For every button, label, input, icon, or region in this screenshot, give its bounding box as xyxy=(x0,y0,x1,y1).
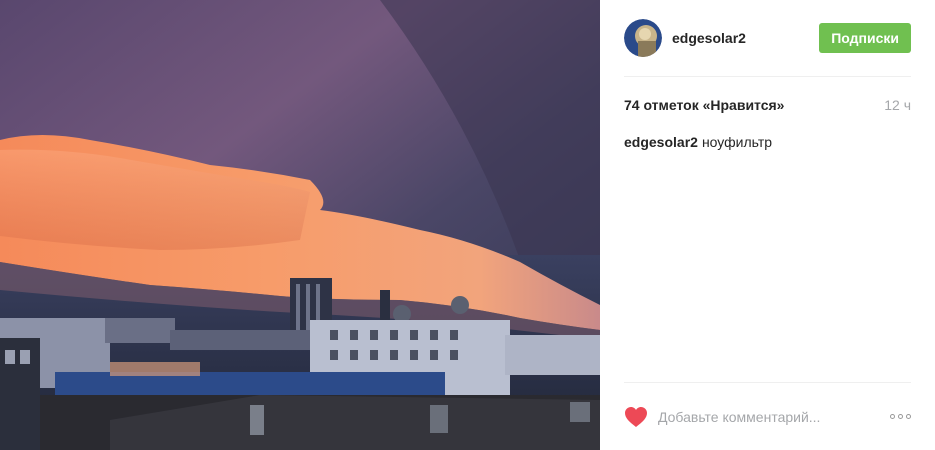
more-options-icon[interactable] xyxy=(890,410,911,423)
likes-count[interactable]: 74 отметок «Нравится» xyxy=(624,97,784,113)
likes-row: 74 отметок «Нравится» 12 ч xyxy=(624,97,911,113)
more-dot xyxy=(890,414,895,419)
post-time[interactable]: 12 ч xyxy=(884,97,911,113)
post-header: edgesolar2 Подписки xyxy=(624,0,911,77)
caption-text: ноуфильтр xyxy=(701,134,773,150)
caption: edgesolar2 ноуфильтр xyxy=(624,134,911,150)
sunset-clouds-photo xyxy=(0,0,600,450)
post-sidebar: edgesolar2 Подписки 74 отметок «Нравится… xyxy=(600,0,935,450)
more-dot xyxy=(898,414,903,419)
instagram-post: edgesolar2 Подписки 74 отметок «Нравится… xyxy=(0,0,935,450)
more-dot xyxy=(906,414,911,419)
avatar[interactable] xyxy=(624,19,662,57)
comment-input[interactable] xyxy=(658,408,890,425)
comment-bar xyxy=(624,382,911,450)
username[interactable]: edgesolar2 xyxy=(672,30,819,46)
follow-button[interactable]: Подписки xyxy=(819,23,911,53)
heart-icon[interactable] xyxy=(624,406,648,428)
caption-username[interactable]: edgesolar2 xyxy=(624,134,698,150)
post-photo[interactable] xyxy=(0,0,600,450)
avatar-image xyxy=(624,19,662,57)
